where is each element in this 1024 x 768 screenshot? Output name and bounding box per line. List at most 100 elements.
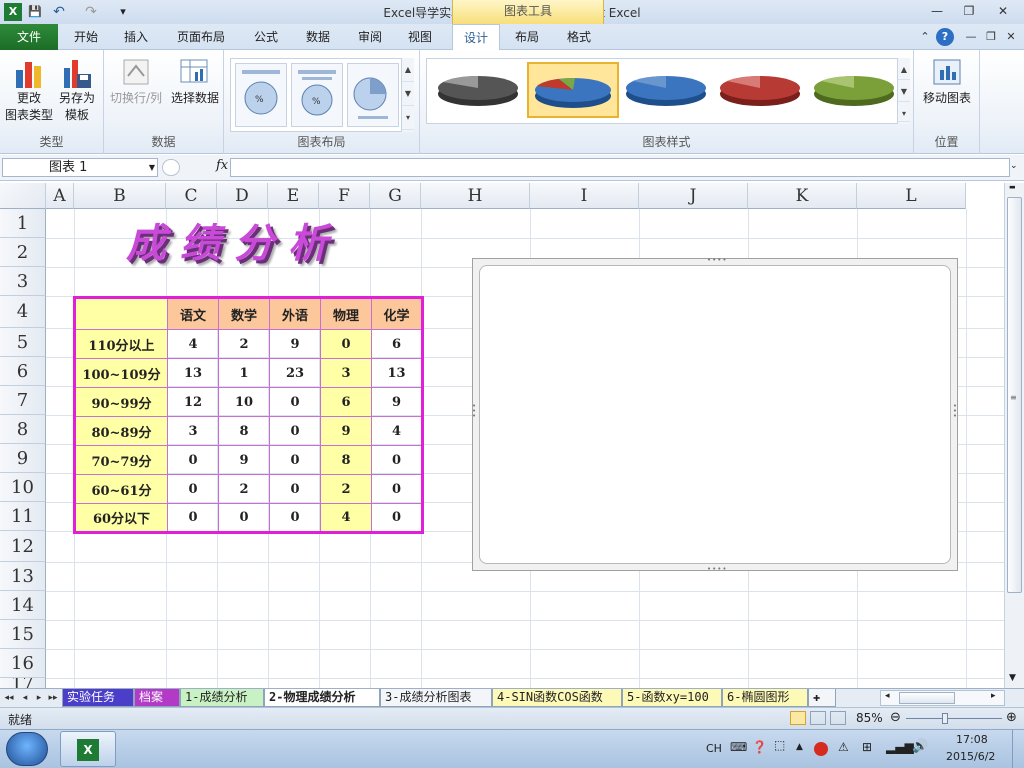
- layout-thumb-2[interactable]: %: [291, 63, 343, 127]
- table-cell[interactable]: 9: [371, 387, 423, 417]
- table-cell[interactable]: 12: [167, 387, 219, 417]
- scroll-left-icon[interactable]: ◂: [885, 691, 890, 701]
- resize-handle-top[interactable]: ••••: [707, 256, 728, 264]
- table-cell[interactable]: 2: [320, 474, 372, 504]
- minimize-button[interactable]: —: [924, 2, 950, 20]
- table-cell[interactable]: 0: [167, 503, 219, 533]
- windows-flag-icon[interactable]: ⊞: [862, 740, 872, 754]
- table-cell[interactable]: 0: [167, 474, 219, 504]
- table-cell[interactable]: 4: [167, 329, 219, 359]
- table-cell[interactable]: 23: [269, 358, 321, 388]
- column-header-e[interactable]: E: [268, 183, 319, 209]
- table-cell[interactable]: 13: [371, 358, 423, 388]
- table-cell[interactable]: 0: [371, 503, 423, 533]
- layout-thumb-3[interactable]: [347, 63, 399, 127]
- resize-handle-right[interactable]: • • •: [953, 403, 958, 420]
- sheet-tab-ellipse[interactable]: 6-椭圆图形: [722, 689, 808, 707]
- style-thumb-2-selected[interactable]: [527, 62, 619, 118]
- show-desktop-button[interactable]: [1012, 730, 1024, 768]
- table-cell[interactable]: 13: [167, 358, 219, 388]
- style-thumb-4[interactable]: [715, 62, 807, 118]
- save-as-template-button[interactable]: 另存为 模板: [54, 56, 100, 124]
- wordart-title[interactable]: 成绩分析: [126, 211, 342, 269]
- formula-input[interactable]: [230, 158, 1010, 177]
- tab-home[interactable]: 开始: [64, 24, 108, 50]
- row-label-cell[interactable]: 60分以下: [74, 503, 168, 533]
- table-cell[interactable]: 0: [371, 474, 423, 504]
- row-header-15[interactable]: 15: [0, 620, 46, 649]
- keyboard-icon[interactable]: ⌨: [730, 740, 747, 754]
- scroll-right-icon[interactable]: ▸: [991, 691, 996, 701]
- name-box[interactable]: 图表 1: [2, 158, 158, 177]
- table-cell[interactable]: 2: [218, 329, 270, 359]
- row-label-cell[interactable]: 100~109分: [74, 358, 168, 388]
- worksheet-grid[interactable]: A B C D E F G H I J K L 1 2 3 4 5 6 7 8 …: [0, 183, 1004, 688]
- chart-style-gallery[interactable]: ▲ ▼ ▾: [426, 58, 910, 124]
- insert-function-icon[interactable]: fx: [216, 158, 228, 173]
- normal-view-icon[interactable]: [790, 711, 806, 725]
- column-header-i[interactable]: I: [530, 183, 639, 209]
- taskbar-excel-button[interactable]: X: [60, 731, 116, 767]
- doc-minimize-icon[interactable]: —: [962, 28, 980, 46]
- tab-data[interactable]: 数据: [296, 24, 340, 50]
- table-header-cell[interactable]: 外语: [269, 297, 321, 330]
- row-label-cell[interactable]: 110分以上: [74, 329, 168, 359]
- insert-sheet-icon[interactable]: ✚: [808, 689, 836, 707]
- table-cell[interactable]: 4: [371, 416, 423, 446]
- table-cell[interactable]: 0: [269, 416, 321, 446]
- split-box-icon[interactable]: ▬: [1009, 183, 1016, 191]
- doc-restore-icon[interactable]: ❐: [982, 28, 1000, 46]
- table-cell[interactable]: 9: [218, 445, 270, 475]
- column-header-g[interactable]: G: [370, 183, 421, 209]
- ime-icon[interactable]: ⬚: [774, 738, 785, 752]
- column-header-h[interactable]: H: [421, 183, 530, 209]
- page-layout-view-icon[interactable]: [810, 711, 826, 725]
- table-cell[interactable]: 0: [371, 445, 423, 475]
- style-thumb-5[interactable]: [809, 62, 901, 118]
- formula-expand-icon[interactable]: [162, 159, 180, 176]
- sheet-tab-xy100[interactable]: 5-函数xy=100: [622, 689, 722, 707]
- row-header-5[interactable]: 5: [0, 328, 46, 357]
- tab-design[interactable]: 设计: [452, 24, 500, 51]
- horizontal-scrollbar[interactable]: ◂ ▸: [880, 690, 1005, 706]
- row-header-7[interactable]: 7: [0, 386, 46, 415]
- move-chart-button[interactable]: 移动图表: [918, 56, 976, 107]
- row-header-2[interactable]: 2: [0, 238, 46, 267]
- first-sheet-icon[interactable]: ◂◂: [2, 690, 16, 706]
- row-header-17[interactable]: 17: [0, 678, 46, 688]
- resize-handle-bottom[interactable]: ••••: [707, 565, 728, 573]
- table-cell[interactable]: 4: [320, 503, 372, 533]
- row-header-4[interactable]: 4: [0, 296, 46, 328]
- help-tray-icon[interactable]: ❓: [752, 740, 767, 754]
- table-header-cell[interactable]: 化学: [371, 297, 423, 330]
- row-header-1[interactable]: 1: [0, 209, 46, 238]
- style-gallery-scroll[interactable]: ▲ ▼ ▾: [897, 58, 910, 124]
- table-cell[interactable]: 9: [269, 329, 321, 359]
- tab-format[interactable]: 格式: [557, 24, 601, 50]
- table-header-cell[interactable]: 语文: [167, 297, 219, 330]
- chart-area[interactable]: [479, 265, 951, 564]
- horizontal-scroll-thumb[interactable]: [899, 692, 955, 704]
- row-header-9[interactable]: 9: [0, 444, 46, 473]
- resize-handle-left[interactable]: • • •: [472, 403, 477, 420]
- row-header-14[interactable]: 14: [0, 591, 46, 620]
- table-cell[interactable]: 3: [320, 358, 372, 388]
- row-header-8[interactable]: 8: [0, 415, 46, 444]
- change-chart-type-button[interactable]: 更改 图表类型: [4, 56, 54, 124]
- tab-layout[interactable]: 布局: [505, 24, 549, 50]
- row-label-cell[interactable]: 90~99分: [74, 387, 168, 417]
- next-sheet-icon[interactable]: ▸: [32, 690, 46, 706]
- table-cell[interactable]: 6: [371, 329, 423, 359]
- table-cell[interactable]: 6: [320, 387, 372, 417]
- tab-review[interactable]: 审阅: [348, 24, 392, 50]
- empty-chart-object[interactable]: •••• •••• • • • • • •: [472, 256, 958, 573]
- tab-page-layout[interactable]: 页面布局: [170, 24, 232, 50]
- style-thumb-3[interactable]: [621, 62, 713, 118]
- style-thumb-1[interactable]: [433, 62, 525, 118]
- tray-expand-icon[interactable]: ▲: [796, 742, 803, 752]
- prev-sheet-icon[interactable]: ◂: [18, 690, 32, 706]
- table-cell[interactable]: 3: [167, 416, 219, 446]
- table-cell[interactable]: 0: [269, 387, 321, 417]
- name-box-dropdown-icon[interactable]: ▼: [146, 158, 158, 177]
- doc-close-icon[interactable]: ✕: [1002, 28, 1020, 46]
